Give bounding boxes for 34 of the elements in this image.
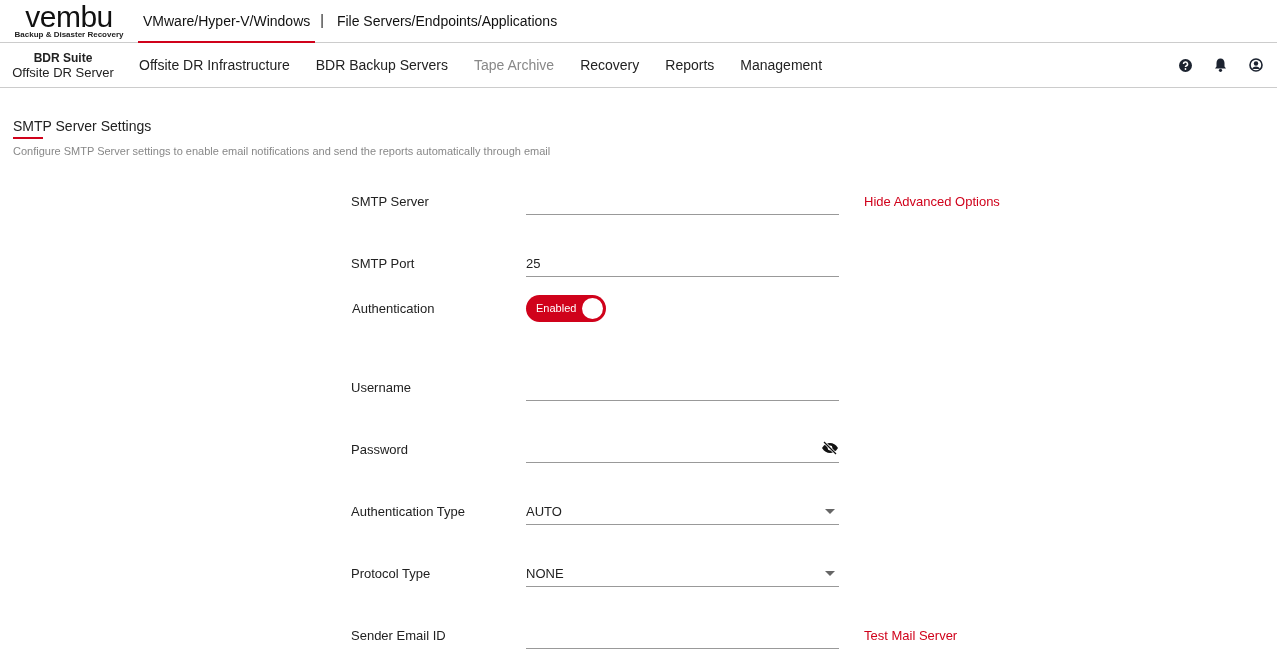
caret-icon [825, 571, 835, 576]
section-title: SMTP Server Settings [13, 118, 152, 136]
action-link[interactable]: Hide Advanced Options [864, 194, 1264, 215]
section-description: Configure SMTP Server settings to enable email notifications and send the reports automatically through email [13, 145, 552, 157]
product-name: Offsite DR Server [12, 64, 114, 80]
field-label: Sender Email ID [351, 628, 447, 645]
field-label: Username [351, 380, 412, 397]
notification-bell-icon[interactable] [1214, 58, 1227, 72]
field-label: SMTP Server [351, 194, 430, 211]
nav-menu-item[interactable]: Offsite DR Infrastructure [126, 57, 303, 73]
field-label: Protocol Type [351, 566, 432, 583]
input-field[interactable]: 25 [526, 251, 839, 277]
field-label: Authentication Type [351, 504, 466, 521]
hide-password-icon[interactable] [821, 440, 839, 455]
field-label: SMTP Port [351, 256, 416, 273]
nav-menu-item[interactable]: Management [727, 57, 836, 73]
nav-menu-item[interactable]: BDR Backup Servers [302, 57, 461, 73]
logo-wordmark: vembu [25, 3, 113, 30]
help-icon[interactable] [1179, 58, 1192, 72]
user-account-icon[interactable] [1249, 58, 1263, 72]
field-label: Authentication [351, 300, 436, 316]
top-tab[interactable]: File Servers/Endpoints/Applications [331, 13, 563, 43]
tab-separator: | [319, 12, 325, 30]
product-suite: BDR Suite [33, 50, 93, 65]
action-link[interactable]: Test Mail Server [864, 628, 1264, 649]
nav-menu-item[interactable]: Reports [652, 57, 728, 73]
logo-tagline: Backup & Disaster Recovery [14, 29, 124, 39]
dropdown-field[interactable]: AUTO [526, 499, 839, 525]
field-label: Password [351, 442, 410, 459]
caret-icon [825, 509, 835, 514]
top-tab[interactable]: VMware/Hyper-V/Windows [138, 13, 316, 43]
toggle-switch[interactable]: Enabled [526, 294, 606, 322]
nav-menu-item[interactable]: Recovery [567, 57, 653, 73]
dropdown-field[interactable]: NONE [526, 561, 839, 587]
